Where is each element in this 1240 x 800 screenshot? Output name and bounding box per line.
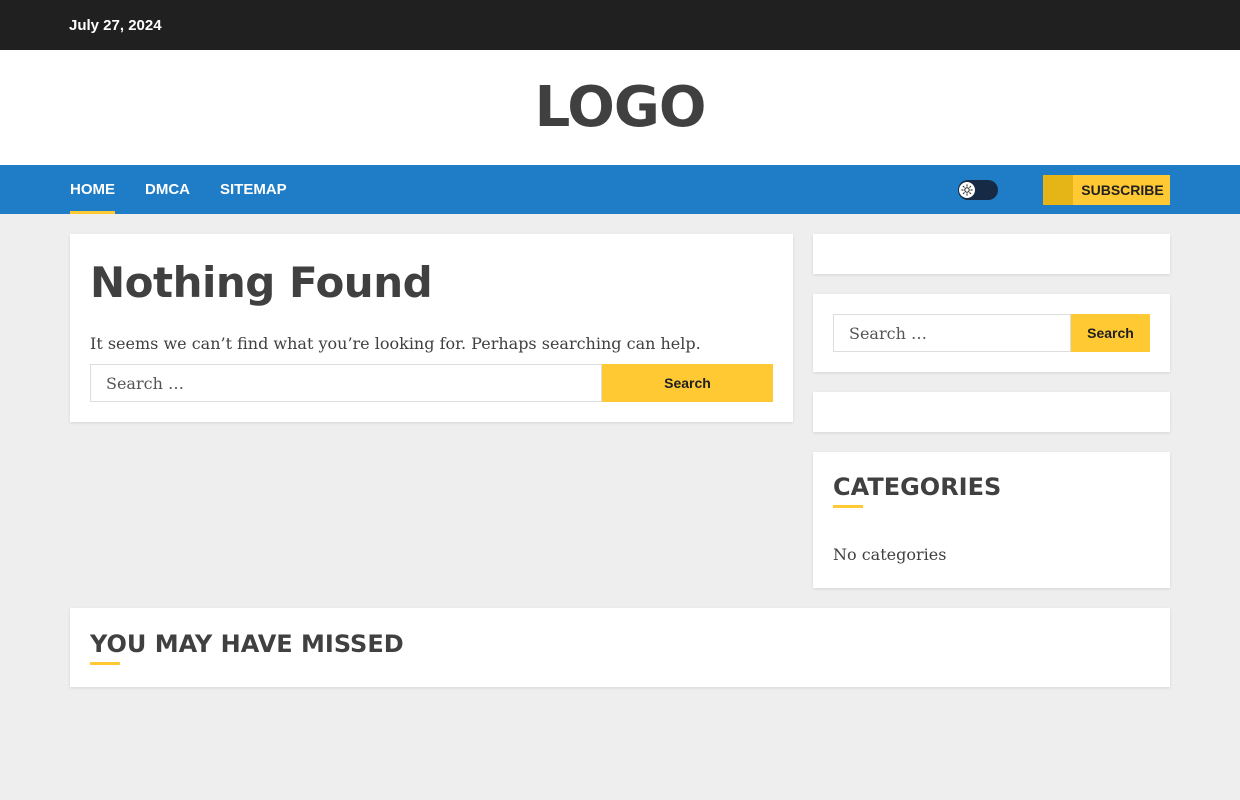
subscribe-label: SUBSCRIBE xyxy=(1081,182,1164,198)
missed-title: You May Have Missed xyxy=(90,630,404,658)
nav-item-sitemap[interactable]: SITEMAP xyxy=(220,165,287,214)
categories-empty-text: No categories xyxy=(833,545,947,564)
current-date: July 27, 2024 xyxy=(69,16,162,34)
site-header: LOGO xyxy=(0,50,1240,165)
top-bar: July 27, 2024 xyxy=(0,0,1240,50)
sidebar-search-form: Search xyxy=(833,314,1150,352)
main-search-button[interactable]: Search xyxy=(602,364,773,402)
sidebar-search-button[interactable]: Search xyxy=(1071,314,1150,352)
no-results-message: It seems we can’t find what you’re looki… xyxy=(90,334,701,353)
nav-item-dmca[interactable]: DMCA xyxy=(145,165,190,214)
page-title: Nothing Found xyxy=(90,258,433,307)
main-search-form: Search xyxy=(90,364,773,402)
categories-title: Categories xyxy=(833,473,1002,501)
categories-widget: Categories No categories xyxy=(813,452,1170,588)
sidebar-widget-empty xyxy=(813,392,1170,432)
subscribe-button[interactable]: SUBSCRIBE xyxy=(1043,175,1170,205)
nav-menu: HOME DMCA SITEMAP xyxy=(70,165,317,214)
title-underline xyxy=(90,662,120,665)
sun-icon xyxy=(959,182,975,198)
no-results-card: Nothing Found It seems we can’t find wha… xyxy=(70,234,793,422)
sidebar-search-input[interactable] xyxy=(833,314,1071,352)
main-search-input[interactable] xyxy=(90,364,602,402)
sidebar-widget-empty xyxy=(813,234,1170,274)
site-logo[interactable]: LOGO xyxy=(535,79,707,136)
title-underline xyxy=(833,505,863,508)
sidebar-search-widget: Search xyxy=(813,294,1170,372)
nav-item-home[interactable]: HOME xyxy=(70,165,115,214)
main-navigation: HOME DMCA SITEMAP SUBSCRIBE xyxy=(0,165,1240,214)
subscribe-icon xyxy=(1043,175,1073,205)
you-may-have-missed-section: You May Have Missed xyxy=(70,608,1170,687)
dark-mode-toggle[interactable] xyxy=(958,180,998,200)
